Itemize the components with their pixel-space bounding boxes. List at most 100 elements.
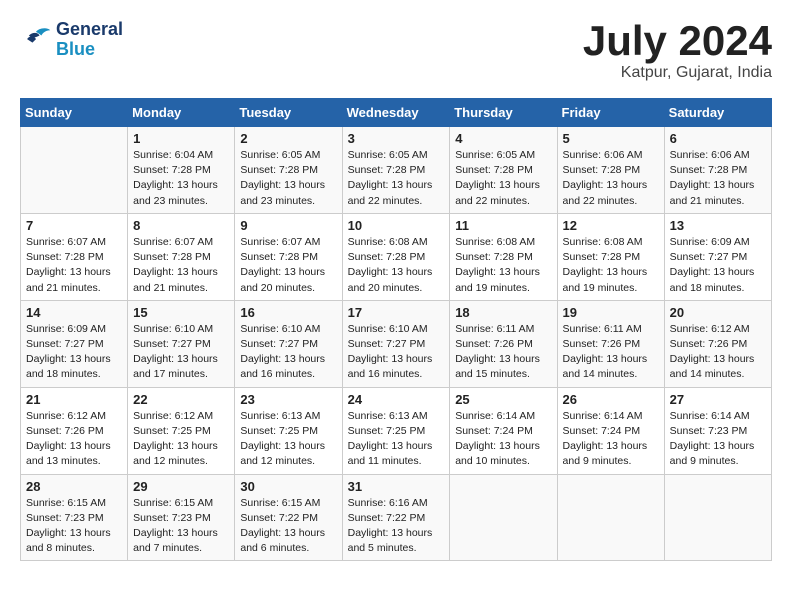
cell-content: Sunrise: 6:12 AMSunset: 7:25 PMDaylight:… — [133, 409, 229, 470]
calendar-cell — [21, 127, 128, 214]
cell-content: Sunrise: 6:08 AMSunset: 7:28 PMDaylight:… — [455, 235, 551, 296]
calendar-cell: 30Sunrise: 6:15 AMSunset: 7:22 PMDayligh… — [235, 474, 342, 561]
calendar-cell: 31Sunrise: 6:16 AMSunset: 7:22 PMDayligh… — [342, 474, 450, 561]
cell-content: Sunrise: 6:12 AMSunset: 7:26 PMDaylight:… — [26, 409, 122, 470]
logo-icon — [20, 26, 52, 54]
cell-content: Sunrise: 6:06 AMSunset: 7:28 PMDaylight:… — [670, 148, 766, 209]
cell-content: Sunrise: 6:10 AMSunset: 7:27 PMDaylight:… — [348, 322, 445, 383]
month-title: July 2024 — [583, 20, 772, 62]
calendar-cell: 12 Sunrise: 6:08 AMSunset: 7:28 PMDayligh… — [557, 213, 664, 300]
logo-text-line2: Blue — [56, 40, 123, 60]
calendar-cell: 3 Sunrise: 6:05 AMSunset: 7:28 PMDaylight… — [342, 127, 450, 214]
cell-content: Sunrise: 6:09 AMSunset: 7:27 PMDaylight:… — [670, 235, 766, 296]
cell-content: Sunrise: 6:07 AMSunset: 7:28 PMDaylight:… — [240, 235, 336, 296]
calendar-cell: 22 Sunrise: 6:12 AMSunset: 7:25 PMDayligh… — [128, 387, 235, 474]
cell-content: Sunrise: 6:08 AMSunset: 7:28 PMDaylight:… — [563, 235, 659, 296]
calendar-cell: 28Sunrise: 6:15 AMSunset: 7:23 PMDayligh… — [21, 474, 128, 561]
day-number: 5 — [563, 131, 659, 146]
calendar-cell: 24 Sunrise: 6:13 AMSunset: 7:25 PMDayligh… — [342, 387, 450, 474]
calendar-cell: 5 Sunrise: 6:06 AMSunset: 7:28 PMDaylight… — [557, 127, 664, 214]
cell-content: Sunrise: 6:14 AMSunset: 7:23 PMDaylight:… — [670, 409, 766, 470]
header-thursday: Thursday — [450, 99, 557, 127]
cell-content: Sunrise: 6:05 AMSunset: 7:28 PMDaylight:… — [348, 148, 445, 209]
calendar-week-1: 1Sunrise: 6:04 AMSunset: 7:28 PMDaylight… — [21, 127, 772, 214]
calendar-cell: 13Sunrise: 6:09 AMSunset: 7:27 PMDayligh… — [664, 213, 771, 300]
day-number: 19 — [563, 305, 659, 320]
cell-content: Sunrise: 6:12 AMSunset: 7:26 PMDaylight:… — [670, 322, 766, 383]
calendar-cell — [557, 474, 664, 561]
cell-content: Sunrise: 6:11 AMSunset: 7:26 PMDaylight:… — [455, 322, 551, 383]
calendar-cell: 8 Sunrise: 6:07 AMSunset: 7:28 PMDaylight… — [128, 213, 235, 300]
cell-content: Sunrise: 6:14 AMSunset: 7:24 PMDaylight:… — [455, 409, 551, 470]
cell-content: Sunrise: 6:15 AMSunset: 7:23 PMDaylight:… — [133, 496, 229, 557]
day-number: 4 — [455, 131, 551, 146]
title-block: July 2024 Katpur, Gujarat, India — [583, 20, 772, 82]
calendar-table: SundayMondayTuesdayWednesdayThursdayFrid… — [20, 98, 772, 561]
calendar-week-2: 7 Sunrise: 6:07 AMSunset: 7:28 PMDaylight… — [21, 213, 772, 300]
calendar-cell: 18 Sunrise: 6:11 AMSunset: 7:26 PMDayligh… — [450, 300, 557, 387]
calendar-cell: 25 Sunrise: 6:14 AMSunset: 7:24 PMDayligh… — [450, 387, 557, 474]
calendar-cell: 4 Sunrise: 6:05 AMSunset: 7:28 PMDaylight… — [450, 127, 557, 214]
day-number: 23 — [240, 392, 336, 407]
calendar-week-3: 14 Sunrise: 6:09 AMSunset: 7:27 PMDayligh… — [21, 300, 772, 387]
calendar-cell: 7 Sunrise: 6:07 AMSunset: 7:28 PMDaylight… — [21, 213, 128, 300]
day-number: 2 — [240, 131, 336, 146]
cell-content: Sunrise: 6:04 AMSunset: 7:28 PMDaylight:… — [133, 148, 229, 209]
calendar-cell: 16Sunrise: 6:10 AMSunset: 7:27 PMDayligh… — [235, 300, 342, 387]
cell-content: Sunrise: 6:15 AMSunset: 7:22 PMDaylight:… — [240, 496, 336, 557]
calendar-cell: 15 Sunrise: 6:10 AMSunset: 7:27 PMDayligh… — [128, 300, 235, 387]
day-number: 11 — [455, 218, 551, 233]
day-number: 10 — [348, 218, 445, 233]
calendar-cell — [664, 474, 771, 561]
calendar-cell: 27Sunrise: 6:14 AMSunset: 7:23 PMDayligh… — [664, 387, 771, 474]
logo: General Blue — [20, 20, 123, 60]
calendar-cell: 14 Sunrise: 6:09 AMSunset: 7:27 PMDayligh… — [21, 300, 128, 387]
calendar-week-4: 21 Sunrise: 6:12 AMSunset: 7:26 PMDayligh… — [21, 387, 772, 474]
cell-content: Sunrise: 6:11 AMSunset: 7:26 PMDaylight:… — [563, 322, 659, 383]
day-number: 22 — [133, 392, 229, 407]
cell-content: Sunrise: 6:10 AMSunset: 7:27 PMDaylight:… — [133, 322, 229, 383]
day-number: 18 — [455, 305, 551, 320]
calendar-cell: 21 Sunrise: 6:12 AMSunset: 7:26 PMDayligh… — [21, 387, 128, 474]
header-saturday: Saturday — [664, 99, 771, 127]
day-number: 24 — [348, 392, 445, 407]
day-number: 16 — [240, 305, 336, 320]
day-number: 26 — [563, 392, 659, 407]
day-number: 7 — [26, 218, 122, 233]
header-monday: Monday — [128, 99, 235, 127]
header-wednesday: Wednesday — [342, 99, 450, 127]
calendar-cell: 17Sunrise: 6:10 AMSunset: 7:27 PMDayligh… — [342, 300, 450, 387]
cell-content: Sunrise: 6:07 AMSunset: 7:28 PMDaylight:… — [133, 235, 229, 296]
calendar-cell: 11 Sunrise: 6:08 AMSunset: 7:28 PMDayligh… — [450, 213, 557, 300]
cell-content: Sunrise: 6:05 AMSunset: 7:28 PMDaylight:… — [455, 148, 551, 209]
calendar-cell: 6Sunrise: 6:06 AMSunset: 7:28 PMDaylight… — [664, 127, 771, 214]
day-number: 3 — [348, 131, 445, 146]
cell-content: Sunrise: 6:06 AMSunset: 7:28 PMDaylight:… — [563, 148, 659, 209]
page-header: General Blue July 2024 Katpur, Gujarat, … — [20, 20, 772, 82]
location-subtitle: Katpur, Gujarat, India — [583, 64, 772, 82]
calendar-cell: 10Sunrise: 6:08 AMSunset: 7:28 PMDayligh… — [342, 213, 450, 300]
cell-content: Sunrise: 6:13 AMSunset: 7:25 PMDaylight:… — [348, 409, 445, 470]
day-number: 8 — [133, 218, 229, 233]
calendar-cell: 9 Sunrise: 6:07 AMSunset: 7:28 PMDaylight… — [235, 213, 342, 300]
day-number: 28 — [26, 479, 122, 494]
header-tuesday: Tuesday — [235, 99, 342, 127]
calendar-cell: 26 Sunrise: 6:14 AMSunset: 7:24 PMDayligh… — [557, 387, 664, 474]
calendar-cell — [450, 474, 557, 561]
day-number: 20 — [670, 305, 766, 320]
day-number: 25 — [455, 392, 551, 407]
cell-content: Sunrise: 6:16 AMSunset: 7:22 PMDaylight:… — [348, 496, 445, 557]
calendar-cell: 1Sunrise: 6:04 AMSunset: 7:28 PMDaylight… — [128, 127, 235, 214]
calendar-cell: 23Sunrise: 6:13 AMSunset: 7:25 PMDayligh… — [235, 387, 342, 474]
day-number: 12 — [563, 218, 659, 233]
calendar-cell: 2Sunrise: 6:05 AMSunset: 7:28 PMDaylight… — [235, 127, 342, 214]
header-friday: Friday — [557, 99, 664, 127]
cell-content: Sunrise: 6:09 AMSunset: 7:27 PMDaylight:… — [26, 322, 122, 383]
day-number: 21 — [26, 392, 122, 407]
day-number: 15 — [133, 305, 229, 320]
day-number: 14 — [26, 305, 122, 320]
logo-text-line1: General — [56, 20, 123, 40]
cell-content: Sunrise: 6:07 AMSunset: 7:28 PMDaylight:… — [26, 235, 122, 296]
cell-content: Sunrise: 6:14 AMSunset: 7:24 PMDaylight:… — [563, 409, 659, 470]
day-number: 9 — [240, 218, 336, 233]
